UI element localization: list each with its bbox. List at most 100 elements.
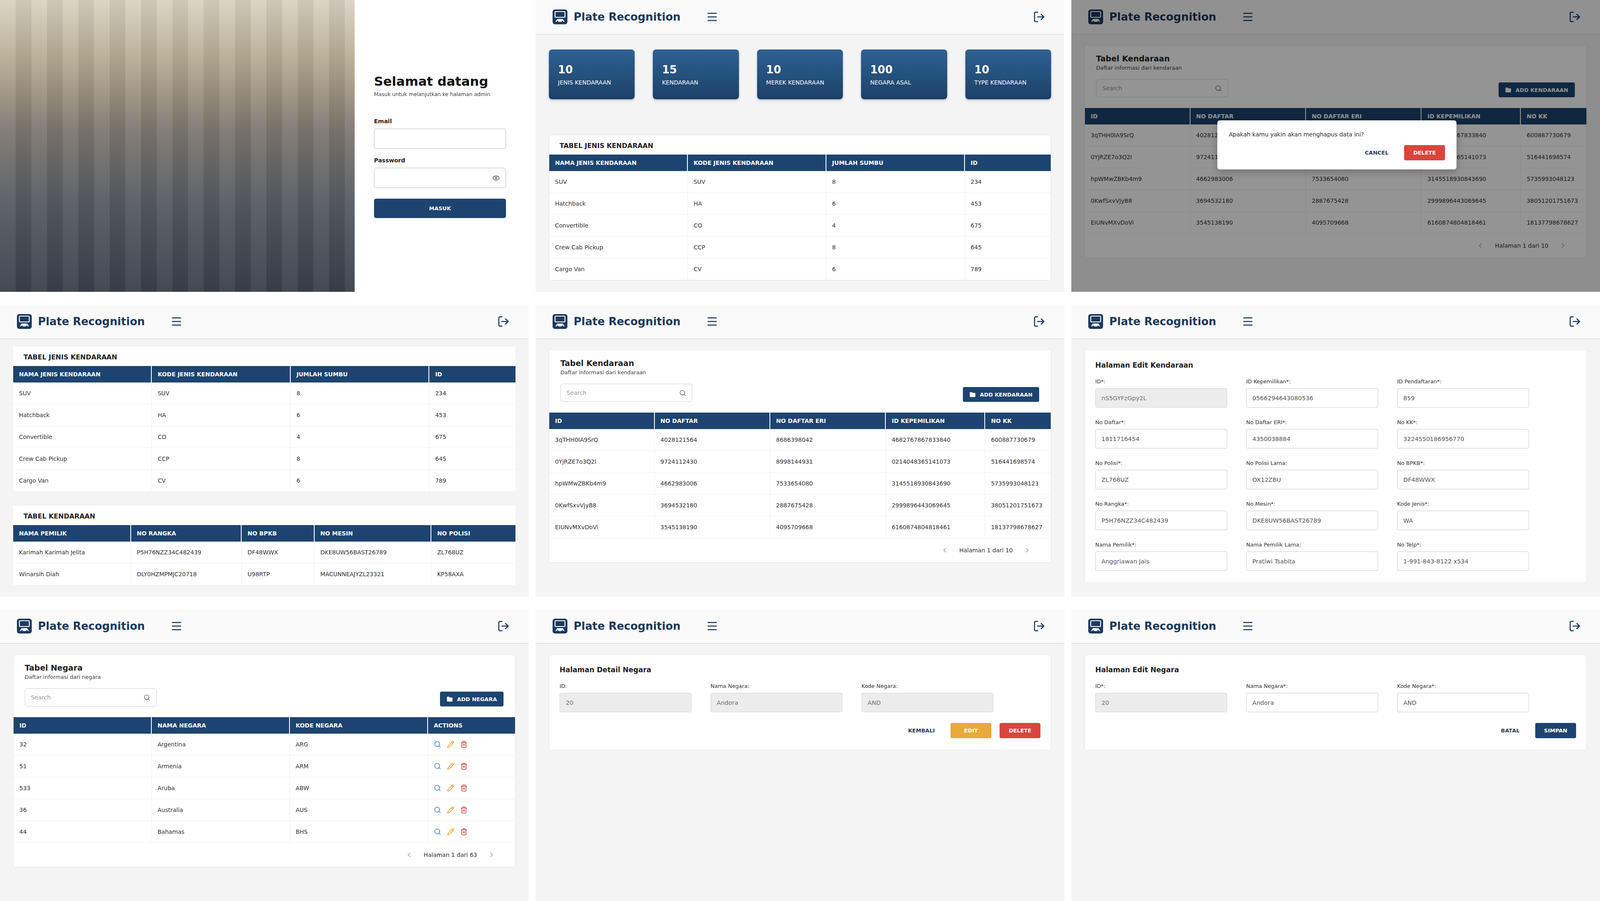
menu-button[interactable] bbox=[704, 313, 720, 330]
logout-button[interactable] bbox=[1031, 313, 1048, 330]
table-row[interactable]: Winarsih DiahDLY0HZMPMJC20718U98RTPMACUN… bbox=[13, 563, 516, 586]
edit-icon[interactable] bbox=[447, 741, 455, 749]
chevron-left-icon[interactable] bbox=[941, 546, 949, 555]
column-header[interactable]: ID bbox=[549, 412, 655, 430]
text-button[interactable]: KEMBALI bbox=[900, 723, 943, 739]
column-header[interactable]: NAMA PEMILIK bbox=[13, 525, 132, 542]
table-row[interactable]: 36AustraliaAUS bbox=[13, 799, 516, 822]
table-row[interactable]: HatchbackHA6453 bbox=[13, 404, 516, 427]
logout-button[interactable] bbox=[495, 618, 512, 635]
column-header[interactable]: KODE JENIS KENDARAAN bbox=[151, 366, 291, 383]
brand[interactable]: Plate Recognition bbox=[16, 313, 145, 330]
logout-button[interactable] bbox=[1567, 618, 1583, 635]
text-input[interactable]: DKE8UW56BAST26789 bbox=[1246, 510, 1379, 531]
table-row[interactable]: Cargo VanCV6789 bbox=[13, 470, 516, 492]
text-input[interactable]: 4350038884 bbox=[1246, 429, 1379, 449]
text-input[interactable]: 1811716454 bbox=[1095, 429, 1228, 449]
table-row[interactable]: Crew Cab PickupCCP8645 bbox=[549, 236, 1051, 259]
primary-button[interactable]: SIMPAN bbox=[1535, 723, 1577, 739]
table-row[interactable]: HatchbackHA6453 bbox=[549, 192, 1051, 215]
logout-button[interactable] bbox=[495, 313, 512, 330]
table-row[interactable]: 0KwfSxvVjyB83694532180288767542829998964… bbox=[549, 494, 1051, 517]
view-icon[interactable] bbox=[433, 762, 442, 771]
column-header[interactable]: NAMA JENIS KENDARAAN bbox=[13, 366, 152, 383]
column-header[interactable]: ACTIONS bbox=[428, 717, 516, 735]
trash-icon[interactable] bbox=[460, 784, 468, 793]
table-row[interactable]: SUVSUV8234 bbox=[13, 382, 516, 405]
stat-card[interactable]: 10TYPE KENDARAAN bbox=[965, 49, 1052, 100]
table-row[interactable]: SUVSUV8234 bbox=[549, 171, 1051, 193]
menu-button[interactable] bbox=[704, 618, 720, 635]
table-row[interactable]: ConvertibleCO4675 bbox=[13, 426, 516, 449]
logout-button[interactable] bbox=[1567, 313, 1583, 330]
chevron-right-icon[interactable] bbox=[487, 851, 496, 859]
table-row[interactable]: hpWMwZBKb4m94662983006753365408031455189… bbox=[549, 472, 1051, 495]
column-header[interactable]: NAMA NEGARA bbox=[151, 717, 290, 735]
column-header[interactable]: NO KK bbox=[985, 412, 1051, 430]
add-button[interactable]: ADD KENDARAAN bbox=[962, 387, 1040, 403]
text-input[interactable]: 3224550186956770 bbox=[1397, 429, 1530, 449]
table-row[interactable]: Crew Cab PickupCCP8645 bbox=[13, 448, 516, 471]
stat-card[interactable]: 10JENIS KENDARAAN bbox=[548, 49, 635, 100]
edit-icon[interactable] bbox=[447, 784, 455, 793]
view-icon[interactable] bbox=[433, 828, 442, 836]
column-header[interactable]: NO RANGKA bbox=[131, 525, 242, 542]
text-input[interactable]: OX12ZBU bbox=[1246, 470, 1379, 490]
text-input[interactable]: P5H76NZZ34C482439 bbox=[1095, 510, 1228, 531]
text-input[interactable]: Andora bbox=[1246, 693, 1379, 713]
table-row[interactable]: 0YjRZE7o3Q2I9724112430899814493102140483… bbox=[549, 451, 1051, 473]
table-row[interactable]: Cargo VanCV6789 bbox=[549, 258, 1051, 281]
logout-button[interactable] bbox=[1031, 9, 1048, 25]
text-button[interactable]: CANCEL bbox=[1357, 145, 1396, 161]
column-header[interactable]: ID bbox=[964, 154, 1051, 172]
column-header[interactable]: JUMLAH SUMBU bbox=[826, 154, 965, 172]
table-row[interactable]: 51ArmeniaARM bbox=[13, 755, 516, 778]
text-input[interactable]: DF48WWX bbox=[1397, 470, 1530, 490]
add-button[interactable]: ADD NEGARA bbox=[440, 691, 504, 707]
brand[interactable]: Plate Recognition bbox=[16, 618, 145, 635]
trash-icon[interactable] bbox=[460, 741, 468, 749]
text-input[interactable]: 1-991-843-8122 x534 bbox=[1397, 551, 1530, 572]
table-row[interactable]: ConvertibleCO4675 bbox=[549, 214, 1051, 237]
view-icon[interactable] bbox=[433, 806, 442, 815]
menu-button[interactable] bbox=[168, 618, 185, 635]
brand[interactable]: Plate Recognition bbox=[552, 9, 681, 25]
column-header[interactable]: ID KEPEMILIKAN bbox=[885, 412, 986, 430]
column-header[interactable]: NAMA JENIS KENDARAAN bbox=[549, 154, 688, 172]
text-input[interactable]: ZL768UZ bbox=[1095, 470, 1228, 490]
column-header[interactable]: NO DAFTAR bbox=[654, 412, 771, 430]
search-input[interactable]: Search bbox=[24, 688, 157, 707]
chevron-right-icon[interactable] bbox=[1023, 546, 1031, 555]
column-header[interactable]: KODE NEGARA bbox=[289, 717, 429, 735]
column-header[interactable]: ID bbox=[13, 717, 152, 735]
column-header[interactable]: JUMLAH SUMBU bbox=[290, 366, 430, 383]
menu-button[interactable] bbox=[704, 9, 720, 25]
search-input[interactable]: Search bbox=[560, 383, 693, 403]
column-header[interactable]: ID bbox=[429, 366, 516, 383]
danger-button[interactable]: DELETE bbox=[1404, 145, 1445, 161]
trash-icon[interactable] bbox=[460, 828, 468, 836]
stat-card[interactable]: 100NEGARA ASAL bbox=[861, 49, 947, 100]
trash-icon[interactable] bbox=[460, 762, 468, 771]
stat-card[interactable]: 15KENDARAAN bbox=[652, 49, 739, 100]
brand[interactable]: Plate Recognition bbox=[1087, 618, 1217, 635]
text-input[interactable]: 0566294643080536 bbox=[1246, 388, 1379, 408]
column-header[interactable]: NO DAFTAR ERI bbox=[770, 412, 886, 430]
brand[interactable]: Plate Recognition bbox=[552, 618, 681, 635]
edit-icon[interactable] bbox=[447, 762, 455, 771]
view-icon[interactable] bbox=[433, 784, 442, 793]
danger-button[interactable]: DELETE bbox=[999, 723, 1041, 739]
password-input[interactable] bbox=[374, 167, 506, 189]
menu-button[interactable] bbox=[168, 313, 185, 330]
edit-icon[interactable] bbox=[447, 806, 455, 815]
table-row[interactable]: 44BahamasBHS bbox=[13, 821, 516, 844]
column-header[interactable]: KODE JENIS KENDARAAN bbox=[687, 154, 827, 172]
email-input[interactable] bbox=[374, 128, 506, 149]
table-row[interactable]: 32ArgentinaARG bbox=[13, 734, 516, 756]
chevron-left-icon[interactable] bbox=[405, 851, 413, 859]
brand[interactable]: Plate Recognition bbox=[1087, 313, 1217, 330]
text-input[interactable]: 859 bbox=[1397, 388, 1530, 408]
table-row[interactable]: 533ArubaABW bbox=[13, 777, 516, 800]
table-row[interactable]: EIUNvMXvDoVi3545138190409570966861608748… bbox=[549, 516, 1051, 539]
text-input[interactable]: WA bbox=[1397, 510, 1530, 531]
